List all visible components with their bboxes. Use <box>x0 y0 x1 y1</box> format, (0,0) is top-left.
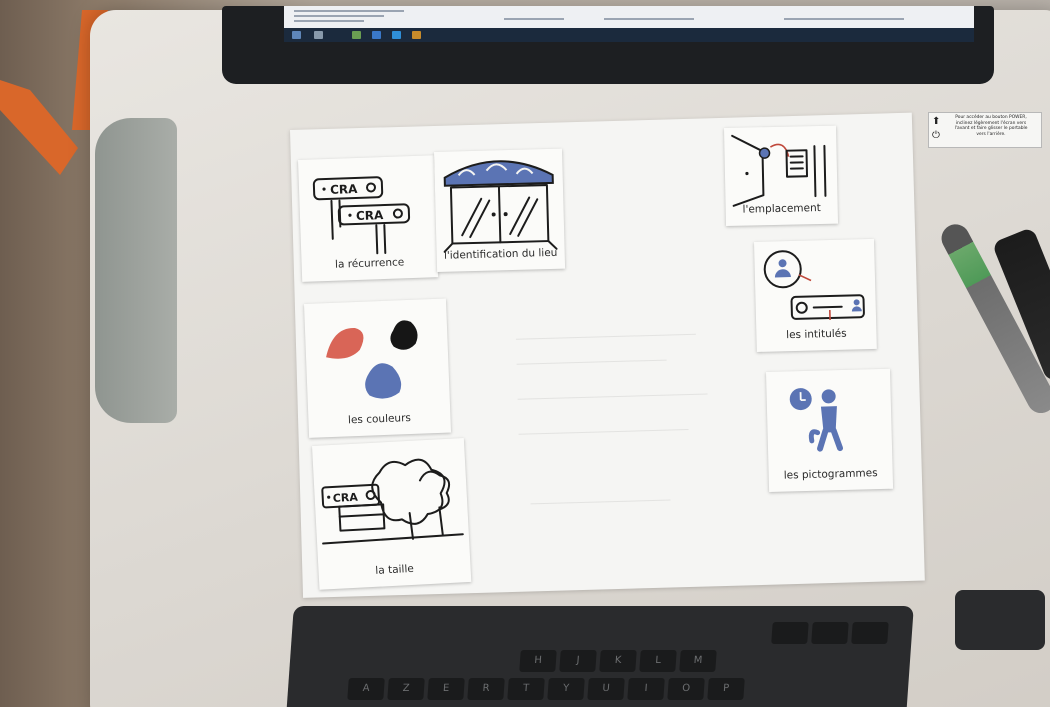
key: Y <box>547 678 585 700</box>
card-label: l'emplacement <box>742 201 821 216</box>
card-identification: l'identification du lieu <box>434 148 566 272</box>
key: M <box>679 650 717 672</box>
key: P <box>707 678 745 700</box>
search-icon <box>314 31 323 39</box>
key <box>811 622 849 644</box>
card-taille: CRA la taille <box>312 438 472 590</box>
key: J <box>559 650 597 672</box>
taskbar-app-icon <box>412 31 421 39</box>
card-intitules: les intitulés <box>754 238 877 352</box>
power-arrow-icon: ⬆ ⏻ <box>932 116 941 141</box>
keyboard-numpad <box>955 590 1045 650</box>
key: E <box>427 678 465 700</box>
taskbar-app-icon <box>352 31 361 39</box>
laptop-taskbar <box>284 28 974 42</box>
key: U <box>587 678 625 700</box>
key: O <box>667 678 705 700</box>
sign-text-bottom: CRA <box>356 208 385 223</box>
key: R <box>467 678 505 700</box>
sticker-text: Pour accéder au bouton POWER, inclinez l… <box>954 115 1028 137</box>
key: Z <box>387 678 425 700</box>
taskbar-app-icon <box>392 31 401 39</box>
key: K <box>599 650 637 672</box>
card-emplacement: l'emplacement <box>724 125 839 226</box>
key: T <box>507 678 545 700</box>
key <box>851 622 889 644</box>
card-pictogrammes: les pictogrammes <box>766 368 894 492</box>
card-recurrence: CRA CRA la récurrence <box>298 155 439 282</box>
sign-text: CRA <box>332 491 358 505</box>
key: A <box>347 678 385 700</box>
photo-scene: ⬆ ⏻ Pour accéder au bouton POWER, incline… <box>0 0 1050 707</box>
windows-start-icon <box>292 31 301 39</box>
card-couleurs: les couleurs <box>304 298 452 438</box>
key: I <box>627 678 665 700</box>
key: L <box>639 650 677 672</box>
sign-text-top: CRA <box>330 182 359 197</box>
key: H <box>519 650 557 672</box>
power-instruction-sticker: ⬆ ⏻ Pour accéder au bouton POWER, incline… <box>928 112 1042 148</box>
keyboard: A Z E R T Y U I O P H J K L M <box>286 606 914 707</box>
taskbar-app-icon <box>372 31 381 39</box>
tray-handle <box>95 118 177 423</box>
key <box>771 622 809 644</box>
